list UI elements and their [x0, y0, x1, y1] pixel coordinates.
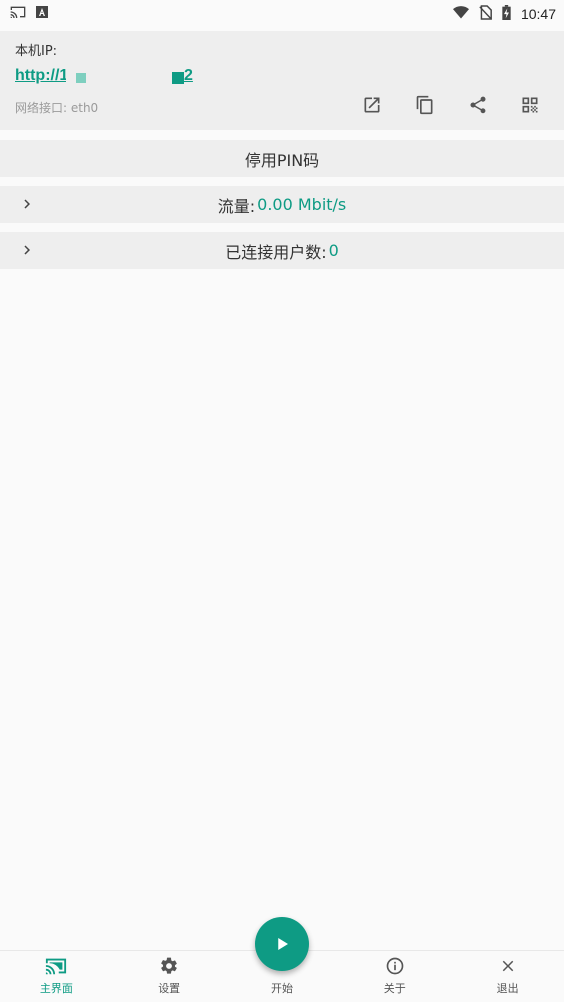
disable-pin-button[interactable]: 停用PIN码	[0, 140, 564, 177]
disable-pin-label: 停用PIN码	[244, 150, 320, 170]
nav-label-settings: 设置	[158, 982, 181, 995]
info-icon	[384, 955, 406, 977]
app-screen: 10:47 本机IP: http://1 2 网络接口: eth0 停用PIN码…	[0, 0, 564, 1002]
a-notification-icon	[36, 6, 48, 22]
ip-url-suffix[interactable]: 2	[184, 67, 193, 85]
nav-label-about: 关于	[383, 982, 406, 995]
ip-url-link[interactable]: http://1	[15, 67, 68, 85]
connected-users-label: 已连接用户数:	[225, 242, 327, 262]
connected-users-row[interactable]: 已连接用户数: 0	[0, 232, 564, 269]
gear-icon	[158, 955, 180, 977]
traffic-row[interactable]: 流量: 0.00 Mbit/s	[0, 186, 564, 223]
ip-actions	[0, 93, 564, 117]
chevron-right-icon[interactable]	[18, 241, 36, 259]
ip-card: 本机IP: http://1 2 网络接口: eth0	[0, 31, 564, 130]
traffic-label: 流量:	[217, 196, 256, 216]
qr-code-icon[interactable]	[518, 93, 542, 117]
status-bar: 10:47	[0, 0, 564, 28]
status-time: 10:47	[520, 6, 556, 22]
ip-label: 本机IP:	[15, 44, 58, 59]
connected-users-value: 0	[328, 241, 339, 260]
close-icon	[497, 955, 519, 977]
wifi-icon	[452, 5, 469, 23]
nav-label-main: 主界面	[39, 982, 73, 995]
start-fab-button[interactable]	[255, 917, 309, 971]
nav-label-start: 开始	[270, 982, 293, 995]
nav-label-exit: 退出	[496, 982, 519, 995]
open-external-icon[interactable]	[360, 93, 384, 117]
nav-item-about[interactable]: 关于	[338, 951, 451, 1002]
cast-icon	[45, 955, 67, 977]
nav-item-exit[interactable]: 退出	[451, 951, 564, 1002]
traffic-value: 0.00 Mbit/s	[257, 195, 347, 214]
share-icon[interactable]	[466, 93, 490, 117]
ip-redaction	[66, 69, 184, 85]
chevron-right-icon[interactable]	[18, 195, 36, 213]
nav-item-main[interactable]: 主界面	[0, 951, 113, 1002]
battery-charging-icon	[502, 4, 511, 24]
play-icon	[278, 938, 288, 950]
copy-icon[interactable]	[413, 93, 437, 117]
nav-item-settings[interactable]: 设置	[113, 951, 226, 1002]
no-sim-icon	[479, 4, 492, 24]
cast-icon	[10, 5, 26, 23]
